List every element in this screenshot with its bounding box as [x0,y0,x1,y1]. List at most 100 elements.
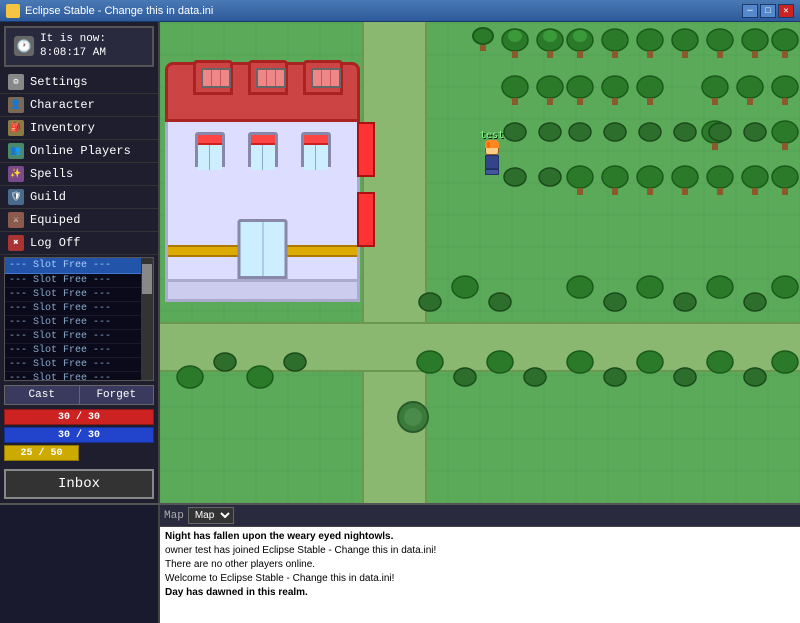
map-bar: Map Map [160,505,800,527]
clock-area: 🕐 It is now: 8:08:17 AM [4,26,154,67]
online-players-label: Online Players [30,144,131,158]
player-legs [485,169,499,175]
inventory-label: Inventory [30,121,95,135]
player-hair [485,140,499,148]
cast-button[interactable]: Cast [4,385,79,405]
chat-message-2: owner test has joined Eclipse Stable - C… [165,544,795,558]
exp-bar: 25 / 50 [4,445,79,461]
spells-icon: ✨ [8,166,24,182]
dormer-window-left [201,68,231,88]
hp-bar-row: 30 / 30 [4,409,154,425]
scrollbar-thumb[interactable] [142,264,152,294]
bottom-area: Map Map Night has fallen upon the weary … [0,503,800,623]
chat-box: Night has fallen upon the weary eyed nig… [160,527,800,623]
spell-list-header: --- Slot Free --- [5,258,153,274]
building-wall [165,122,360,282]
dormer-right [303,60,343,95]
sidebar-bottom-spacer [0,505,160,623]
spell-slot-3[interactable]: --- Slot Free --- [5,302,153,316]
logout-icon: ✖ [8,235,24,251]
player-head [485,143,499,155]
character-icon: 👤 [8,97,24,113]
title-bar: Eclipse Stable - Change this in data.ini… [0,0,800,22]
building-window-mid [248,132,278,167]
character-label: Character [30,98,95,112]
exp-bar-row: 25 / 50 [4,445,154,461]
spell-slot-1[interactable]: --- Slot Free --- [5,274,153,288]
forget-button[interactable]: Forget [79,385,155,405]
spell-buttons: Cast Forget [4,385,154,405]
player-sprite [483,143,501,173]
minimize-button[interactable]: ─ [742,4,758,18]
chat-message-3: There are no other players online. [165,558,795,572]
dormer-left [193,60,233,95]
gear-icon: ⚙ [8,74,24,90]
settings-label: Settings [30,75,88,89]
guild-icon: 🛡 [8,189,24,205]
sidebar-item-guild[interactable]: 🛡 Guild [0,186,158,209]
chat-message-1: Night has fallen upon the weary eyed nig… [165,530,795,544]
game-world[interactable]: test [160,22,800,503]
spell-scrollbar[interactable] [141,258,153,380]
dormer-mid [248,60,288,95]
sidebar-item-inventory[interactable]: 🎒 Inventory [0,117,158,140]
chat-message-4: Welcome to Eclipse Stable - Change this … [165,572,795,586]
chat-message-5: Day has dawned in this realm. [165,586,795,600]
inventory-icon: 🎒 [8,120,24,136]
mp-bar-row: 30 / 30 [4,427,154,443]
building-window-right [301,132,331,167]
sidebar: 🕐 It is now: 8:08:17 AM ⚙ Settings 👤 Cha… [0,22,160,503]
window-controls: ─ □ ✕ [742,4,794,18]
spell-slot-6[interactable]: --- Slot Free --- [5,344,153,358]
window-title: Eclipse Stable - Change this in data.ini [25,5,213,17]
spell-slot-7[interactable]: --- Slot Free --- [5,358,153,372]
title-bar-left: Eclipse Stable - Change this in data.ini [6,4,213,18]
exp-text: 25 / 50 [0,448,117,459]
sidebar-item-equipped[interactable]: ⚔ Equiped [0,209,158,232]
maximize-button[interactable]: □ [760,4,776,18]
map-select[interactable]: Map [188,507,234,524]
building-foundation [165,282,360,302]
logout-label: Log Off [30,236,80,250]
spell-slot-5[interactable]: --- Slot Free --- [5,330,153,344]
sidebar-item-spells[interactable]: ✨ Spells [0,163,158,186]
building-door [235,219,290,279]
top-area: 🕐 It is now: 8:08:17 AM ⚙ Settings 👤 Cha… [0,22,800,503]
sidebar-item-logout[interactable]: ✖ Log Off [0,232,158,255]
spell-list-area[interactable]: --- Slot Free --- --- Slot Free --- --- … [4,257,154,381]
mp-bar: 30 / 30 [4,427,154,443]
sidebar-item-settings[interactable]: ⚙ Settings [0,71,158,94]
spell-slot-2[interactable]: --- Slot Free --- [5,288,153,302]
game-container: 🕐 It is now: 8:08:17 AM ⚙ Settings 👤 Cha… [0,22,800,623]
dormer-window-right [311,68,341,88]
spells-label: Spells [30,167,73,181]
app-icon [6,4,20,18]
sidebar-item-online-players[interactable]: 👥 Online Players [0,140,158,163]
clock-text: It is now: 8:08:17 AM [40,32,106,61]
building-window-left [195,132,225,167]
hp-text: 30 / 30 [4,412,154,423]
guild-label: Guild [30,190,66,204]
hp-bar: 30 / 30 [4,409,154,425]
stat-bars: 30 / 30 30 / 30 25 / 50 [4,409,154,463]
path-horizontal [160,322,800,372]
equipped-icon: ⚔ [8,212,24,228]
building-sign-top [357,122,375,177]
close-button[interactable]: ✕ [778,4,794,18]
clock-label: It is now: [40,32,106,46]
clock-icon: 🕐 [14,36,34,56]
menu-list: ⚙ Settings 👤 Character 🎒 Inventory 👥 Onl… [0,71,158,255]
player-body [485,155,499,169]
sidebar-item-character[interactable]: 👤 Character [0,94,158,117]
mp-text: 30 / 30 [4,430,154,441]
spell-slot-8[interactable]: --- Slot Free --- [5,372,153,381]
online-players-icon: 👥 [8,143,24,159]
inbox-button[interactable]: Inbox [4,469,154,499]
spell-slot-4[interactable]: --- Slot Free --- [5,316,153,330]
dormer-window-mid [256,68,286,88]
path-vertical [362,22,427,503]
clock-time: 8:08:17 AM [40,46,106,60]
equipped-label: Equiped [30,213,80,227]
building-sign-bottom [357,192,375,247]
building [165,62,360,302]
